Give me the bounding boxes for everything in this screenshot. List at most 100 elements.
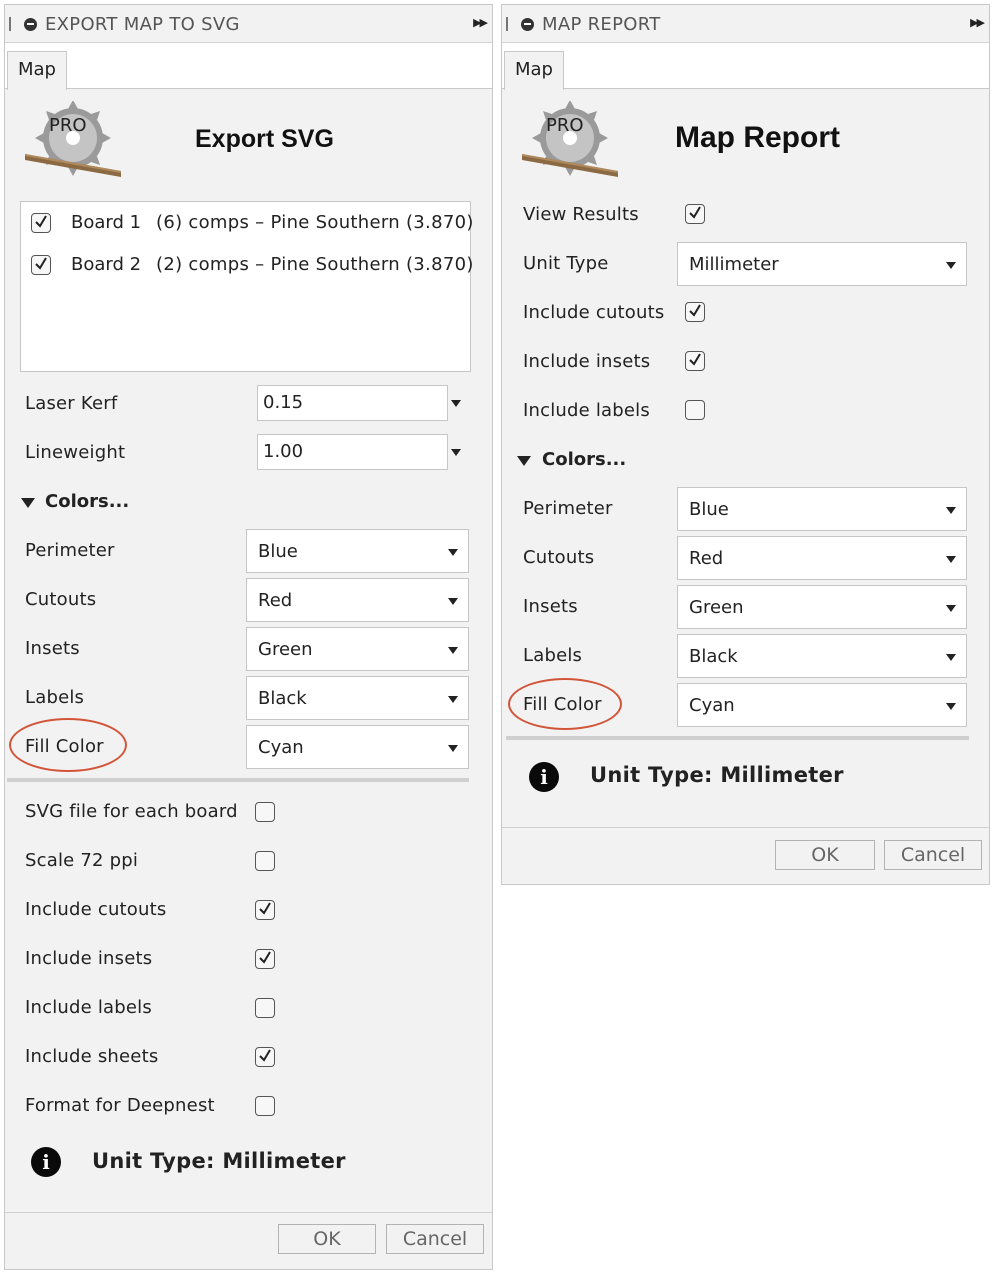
cancel-button[interactable]: Cancel xyxy=(386,1224,484,1254)
cutouts-label: Cutouts xyxy=(25,589,97,610)
fill-color-label: Fill Color xyxy=(523,694,602,715)
include-insets-label: Include insets xyxy=(25,948,153,969)
include-labels-checkbox[interactable] xyxy=(255,998,275,1018)
tab-map[interactable]: Map xyxy=(7,51,67,90)
include-sheets-checkbox[interactable] xyxy=(255,1047,275,1067)
include-cutouts-label: Include cutouts xyxy=(25,899,167,920)
include-insets-checkbox[interactable] xyxy=(685,351,705,371)
labels-color-select[interactable]: Black xyxy=(677,634,967,678)
perimeter-color-select[interactable]: Blue xyxy=(677,487,967,531)
laser-kerf-input[interactable]: 0.15 xyxy=(257,385,448,421)
laser-kerf-value: 0.15 xyxy=(263,392,304,413)
board-name: Board 1 xyxy=(71,212,142,233)
unit-type-value: Millimeter xyxy=(689,254,779,275)
ok-button[interactable]: OK xyxy=(278,1224,376,1254)
board-list[interactable]: Board 1 (6) comps – Pine Southern (3.870… xyxy=(20,201,474,372)
fill-color-value: Cyan xyxy=(258,737,304,758)
chevron-down-icon xyxy=(448,647,458,654)
collapse-caret-icon[interactable] xyxy=(517,456,531,466)
fill-color-label: Fill Color xyxy=(25,736,104,757)
logo-text: PRO xyxy=(49,115,87,136)
lineweight-dropdown-icon[interactable] xyxy=(451,449,461,456)
insets-label: Insets xyxy=(25,638,80,659)
info-icon: i xyxy=(31,1147,61,1177)
laser-kerf-label: Laser Kerf xyxy=(25,393,118,414)
lineweight-value: 1.00 xyxy=(263,441,304,462)
expand-panel-icon[interactable]: ▶▶ xyxy=(473,16,488,29)
include-labels-label: Include labels xyxy=(25,997,152,1018)
insets-color-value: Green xyxy=(258,639,313,660)
fill-color-select[interactable]: Cyan xyxy=(677,683,967,727)
scale-72-ppi-checkbox[interactable] xyxy=(255,851,275,871)
chevron-down-icon xyxy=(448,549,458,556)
cutouts-color-value: Red xyxy=(689,548,724,569)
collapse-caret-icon[interactable] xyxy=(21,498,35,508)
expand-panel-icon[interactable]: ▶▶ xyxy=(970,16,985,29)
svg-per-board-label: SVG file for each board xyxy=(25,801,238,822)
ok-button[interactable]: OK xyxy=(775,840,875,870)
unit-type-info: Unit Type: Millimeter xyxy=(590,763,844,787)
include-labels-label: Include labels xyxy=(523,400,650,421)
panel-header-title: Export SVG xyxy=(195,125,334,153)
labels-color-value: Black xyxy=(689,646,738,667)
chevron-down-icon xyxy=(946,654,956,661)
labels-color-select[interactable]: Black xyxy=(246,676,469,720)
lineweight-input[interactable]: 1.00 xyxy=(257,434,448,470)
chevron-down-icon xyxy=(946,556,956,563)
cancel-button[interactable]: Cancel xyxy=(884,840,982,870)
info-icon: i xyxy=(529,762,559,792)
include-labels-checkbox[interactable] xyxy=(685,400,705,420)
fill-color-select[interactable]: Cyan xyxy=(246,725,469,769)
export-svg-panel: EXPORT MAP TO SVG ▶▶ Map PRO Export SVG … xyxy=(4,4,493,1270)
panel-titlebar[interactable]: EXPORT MAP TO SVG ▶▶ xyxy=(5,5,492,43)
cutouts-label: Cutouts xyxy=(523,547,595,568)
perimeter-color-select[interactable]: Blue xyxy=(246,529,469,573)
chevron-down-icon xyxy=(946,605,956,612)
lineweight-label: Lineweight xyxy=(25,442,126,463)
panel-title: EXPORT MAP TO SVG xyxy=(45,14,240,35)
svg-per-board-checkbox[interactable] xyxy=(255,802,275,822)
board-2-checkbox[interactable] xyxy=(31,255,51,275)
drag-grip-icon[interactable] xyxy=(9,17,11,31)
include-cutouts-checkbox[interactable] xyxy=(255,900,275,920)
cutouts-color-select[interactable]: Red xyxy=(677,536,967,580)
insets-color-value: Green xyxy=(689,597,744,618)
perimeter-label: Perimeter xyxy=(523,498,613,519)
chevron-down-icon xyxy=(448,745,458,752)
tab-strip: Map xyxy=(5,43,492,90)
include-insets-checkbox[interactable] xyxy=(255,949,275,969)
unit-type-select[interactable]: Millimeter xyxy=(677,242,967,286)
scale-72-ppi-label: Scale 72 ppi xyxy=(25,850,139,871)
cutouts-color-value: Red xyxy=(258,590,293,611)
panel-titlebar[interactable]: MAP REPORT ▶▶ xyxy=(502,5,989,43)
labels-label: Labels xyxy=(523,645,583,666)
collapse-icon[interactable] xyxy=(521,18,534,31)
include-cutouts-checkbox[interactable] xyxy=(685,302,705,322)
include-sheets-label: Include sheets xyxy=(25,1046,159,1067)
map-report-panel: MAP REPORT ▶▶ Map PRO Map Report View Re… xyxy=(501,4,990,885)
format-deepnest-checkbox[interactable] xyxy=(255,1096,275,1116)
laser-kerf-dropdown-icon[interactable] xyxy=(451,400,461,407)
cutouts-color-select[interactable]: Red xyxy=(246,578,469,622)
dialog-footer: OK Cancel xyxy=(502,827,989,884)
panel-header-title: Map Report xyxy=(675,121,840,154)
colors-section-title[interactable]: Colors... xyxy=(542,449,626,470)
chevron-down-icon xyxy=(448,598,458,605)
unit-type-label: Unit Type xyxy=(523,253,609,274)
drag-grip-icon[interactable] xyxy=(506,17,508,31)
collapse-icon[interactable] xyxy=(24,18,37,31)
perimeter-color-value: Blue xyxy=(258,541,298,562)
chevron-down-icon xyxy=(448,696,458,703)
board-description: (2) comps – Pine Southern (3.870) xyxy=(156,254,474,275)
include-insets-label: Include insets xyxy=(523,351,651,372)
board-1-checkbox[interactable] xyxy=(31,213,51,233)
board-name: Board 2 xyxy=(71,254,142,275)
tab-map[interactable]: Map xyxy=(504,51,564,90)
insets-label: Insets xyxy=(523,596,578,617)
colors-section-title[interactable]: Colors... xyxy=(45,491,129,512)
insets-color-select[interactable]: Green xyxy=(246,627,469,671)
labels-label: Labels xyxy=(25,687,85,708)
fill-color-value: Cyan xyxy=(689,695,735,716)
insets-color-select[interactable]: Green xyxy=(677,585,967,629)
view-results-checkbox[interactable] xyxy=(685,204,705,224)
